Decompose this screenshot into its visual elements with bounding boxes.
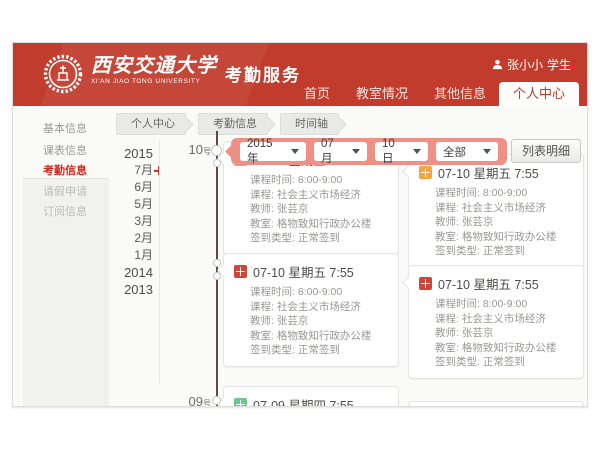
attendance-card[interactable] [408, 401, 584, 407]
card-field: 课程时间: 8:00-9:00 [409, 186, 583, 201]
nav-item-classrooms[interactable]: 教室情况 [343, 82, 421, 106]
nav-item-other-info[interactable]: 其他信息 [421, 82, 499, 106]
attendance-card[interactable]: 07-10 星期五 7:55 课程时间: 8:00-9:00 课程: 社会主义市… [223, 253, 399, 367]
main-nav: 首页 教室情况 其他信息 个人中心 [291, 82, 579, 106]
date-filter-bar: 2015年 07月 10日 全部 [231, 138, 507, 165]
card-field: 教师: 张芸京 [224, 314, 398, 329]
card-field: 教师: 张芸京 [224, 202, 398, 217]
person-icon [492, 59, 503, 70]
stamp-red-icon [419, 277, 432, 290]
attendance-card[interactable]: 07-09 星期四 7:55 [223, 386, 399, 407]
university-name-cn: 西安交通大学 [91, 53, 217, 77]
year-dropdown[interactable]: 2015年 [240, 142, 306, 161]
user-account[interactable]: 张小小 学生 [492, 56, 571, 73]
card-field: 课程: 社会主义市场经济 [409, 312, 583, 327]
stamp-orange-icon [419, 166, 432, 179]
university-title-block: 西安交通大学 XI'AN JIAO TONG UNIVERSITY [91, 53, 217, 85]
card-field: 教室: 格物致知行政办公楼 [409, 230, 583, 245]
timeline-month[interactable]: 6月 [108, 179, 153, 196]
card-date: 07-09 星期四 7:55 [253, 395, 354, 407]
card-field: 教室: 格物致知行政办公楼 [224, 217, 398, 232]
card-field: 教室: 格物致知行政办公楼 [409, 341, 583, 356]
timeline-year[interactable]: 2013 [108, 281, 153, 298]
card-field: 课程: 社会主义市场经济 [409, 201, 583, 216]
timeline-year[interactable]: 2015 [108, 145, 153, 162]
card-date: 07-10 星期五 7:55 [438, 163, 539, 182]
sidebar-item-subscription-info[interactable]: 订阅信息 [43, 203, 87, 219]
list-detail-button[interactable]: 列表明细 [511, 139, 581, 163]
university-logo-icon [43, 54, 83, 94]
stamp-red-icon [234, 265, 247, 278]
day-marker-10: 10号 [151, 142, 211, 157]
timeline-month[interactable]: 1月 [108, 247, 153, 264]
card-field: 签到类型: 正常签到 [409, 355, 583, 370]
card-field: 课程时间: 8:00-9:00 [224, 173, 398, 188]
app-window: 西安交通大学 XI'AN JIAO TONG UNIVERSITY 考勤服务 张… [12, 42, 588, 407]
sidebar-item-leave-request[interactable]: 请假申请 [43, 183, 87, 199]
rail-divider [159, 140, 160, 383]
timeline-node [211, 145, 222, 156]
timeline-month[interactable]: 3月 [108, 213, 153, 230]
nav-item-personal-center[interactable]: 个人中心 [499, 82, 579, 106]
chevron-down-icon [413, 149, 421, 154]
stamp-green-icon [234, 398, 247, 407]
timeline-node [213, 159, 221, 167]
timeline-node [213, 272, 221, 280]
timeline-month[interactable]: 5月 [108, 196, 153, 213]
timeline-node [213, 259, 221, 267]
card-date: 07-10 星期五 7:55 [438, 274, 539, 293]
app-header: 西安交通大学 XI'AN JIAO TONG UNIVERSITY 考勤服务 张… [13, 43, 587, 106]
card-date: 07-10 星期五 7:55 [253, 262, 354, 281]
page-canvas: 西安交通大学 XI'AN JIAO TONG UNIVERSITY 考勤服务 张… [0, 0, 600, 450]
card-field: 课程: 社会主义市场经济 [224, 300, 398, 315]
card-field: 教师: 张芸京 [409, 215, 583, 230]
card-field: 签到类型: 正常签到 [224, 231, 398, 246]
card-field: 教室: 格物致知行政办公楼 [224, 329, 398, 344]
attendance-card[interactable]: 07-10 星期五 7:55 课程时间: 8:00-9:00 课程: 社会主义市… [408, 154, 584, 268]
sidebar-item-basic-info[interactable]: 基本信息 [43, 120, 87, 136]
chevron-down-icon [352, 149, 360, 154]
timeline-month[interactable]: 2月 [108, 230, 153, 247]
card-field: 签到类型: 正常签到 [224, 343, 398, 358]
breadcrumb-personal-center[interactable]: 个人中心 [116, 113, 186, 135]
card-field: 课程: 社会主义市场经济 [224, 188, 398, 203]
card-field: 签到类型: 正常签到 [409, 244, 583, 259]
sidebar-item-attendance-info[interactable]: 考勤信息 [43, 162, 87, 178]
sidebar-item-schedule-info[interactable]: 课表信息 [43, 142, 87, 158]
attendance-card[interactable]: 07-10 星期五 7:55 课程时间: 8:00-9:00 课程: 社会主义市… [408, 265, 584, 379]
breadcrumb: 个人中心 考勤信息 时间轴 [116, 113, 351, 135]
timeline-month-current[interactable]: 7月 [108, 162, 153, 179]
card-field: 课程时间: 8:00-9:00 [224, 285, 398, 300]
nav-item-home[interactable]: 首页 [291, 82, 343, 106]
user-role: 学生 [547, 56, 571, 73]
chevron-down-icon [483, 149, 491, 154]
breadcrumb-timeline[interactable]: 时间轴 [280, 113, 339, 135]
app-title: 考勤服务 [225, 61, 301, 86]
month-dropdown[interactable]: 07月 [314, 142, 367, 161]
day-dropdown[interactable]: 10日 [375, 142, 428, 161]
university-name-en: XI'AN JIAO TONG UNIVERSITY [91, 78, 217, 85]
user-name: 张小小 [507, 56, 543, 73]
day-marker-09: 09号 [151, 394, 211, 407]
breadcrumb-attendance-info[interactable]: 考勤信息 [198, 113, 268, 135]
year-month-list: 2015 7月 6月 5月 3月 2月 1月 2014 2013 [108, 145, 153, 298]
timeline-node [212, 396, 221, 405]
type-dropdown[interactable]: 全部 [436, 142, 498, 161]
card-field: 课程时间: 8:00-9:00 [409, 297, 583, 312]
card-field: 教师: 张芸京 [409, 326, 583, 341]
timeline-year[interactable]: 2014 [108, 264, 153, 281]
chevron-down-icon [291, 149, 299, 154]
